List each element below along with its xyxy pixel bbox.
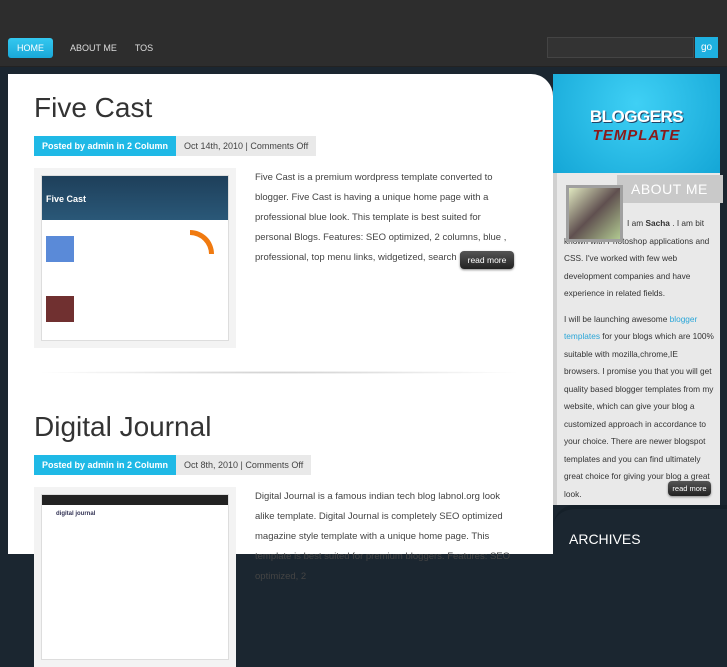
- search-input[interactable]: [547, 37, 694, 58]
- site-logo[interactable]: BLOGGERS TEMPLATE: [553, 74, 720, 173]
- post-author[interactable]: Posted by admin in 2 Column: [34, 455, 177, 475]
- thumb-title: digital journal: [56, 511, 96, 517]
- archives-widget: ARCHIVES: [553, 505, 727, 547]
- about-read-more-button[interactable]: read more: [668, 481, 711, 496]
- search-go-button[interactable]: go: [695, 37, 718, 58]
- post-excerpt: Digital Journal is a famous indian tech …: [255, 491, 511, 582]
- avatar: [566, 185, 623, 242]
- about-text-part: I am: [627, 218, 646, 228]
- post-date: Oct 8th, 2010 | Comments Off: [176, 455, 312, 475]
- post-meta: Posted by admin in 2 Column Oct 14th, 20…: [34, 136, 524, 156]
- about-text-2: I will be launching awesome blogger temp…: [564, 311, 714, 504]
- nav-home[interactable]: HOME: [8, 38, 53, 58]
- about-text-part: I will be launching awesome: [564, 313, 670, 324]
- logo-line1: BLOGGERS: [589, 107, 684, 126]
- logo-line2: TEMPLATE: [592, 127, 681, 144]
- sidebar: BLOGGERS TEMPLATE ABOUT ME I am Sacha . …: [553, 74, 723, 505]
- post-date: Oct 14th, 2010 | Comments Off: [176, 136, 317, 156]
- main-content: Five Cast Posted by admin in 2 Column Oc…: [8, 74, 553, 667]
- post: Five Cast Posted by admin in 2 Column Oc…: [34, 92, 524, 348]
- thumbnail-image: digital journal: [41, 494, 229, 660]
- about-widget: ABOUT ME I am Sacha . I am bit known wit…: [553, 173, 723, 505]
- nav-tos[interactable]: TOS: [126, 38, 162, 58]
- read-more-button[interactable]: read more: [460, 251, 514, 269]
- post-title[interactable]: Digital Journal: [34, 411, 524, 447]
- post-meta: Posted by admin in 2 Column Oct 8th, 201…: [34, 455, 524, 475]
- author-name: Sacha: [645, 218, 670, 228]
- post-thumbnail[interactable]: digital journal: [34, 487, 236, 667]
- thumbnail-image: Five Cast: [41, 175, 229, 341]
- thumb-title: Five Cast: [42, 176, 228, 220]
- post-thumbnail[interactable]: Five Cast: [34, 168, 236, 348]
- main-nav: HOME ABOUT ME TOS: [8, 38, 162, 58]
- post-title[interactable]: Five Cast: [34, 92, 524, 128]
- top-bar: HOME ABOUT ME TOS go: [0, 0, 727, 67]
- post-author[interactable]: Posted by admin in 2 Column: [34, 136, 177, 156]
- nav-about-me[interactable]: ABOUT ME: [61, 38, 126, 58]
- about-text-part: for your blogs which are 100% suitable w…: [564, 331, 714, 499]
- post-divider: [34, 371, 524, 374]
- post: Digital Journal Posted by admin in 2 Col…: [34, 411, 524, 667]
- about-heading: ABOUT ME: [617, 175, 723, 203]
